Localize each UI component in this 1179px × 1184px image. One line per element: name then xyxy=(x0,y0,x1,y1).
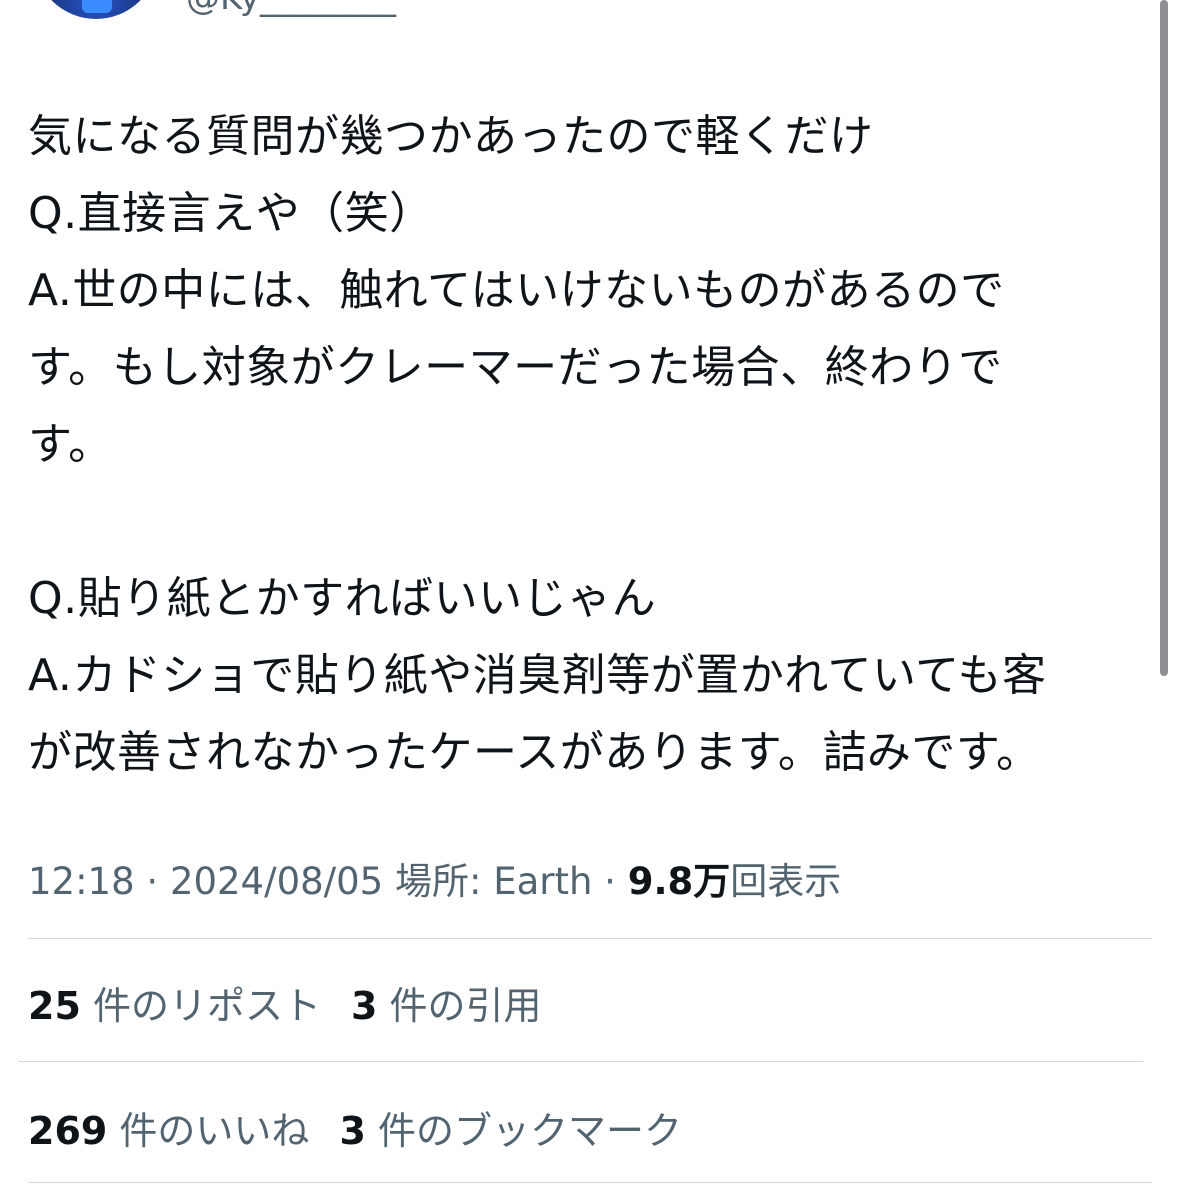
views-count: 9.8万 xyxy=(627,860,731,903)
post-date[interactable]: 2024/08/05 xyxy=(170,860,383,903)
views-label: 回表示 xyxy=(730,860,842,903)
bookmarks-count: 3 xyxy=(339,1109,366,1153)
tweet-line: Q.貼り紙とかすればいいじゃん xyxy=(28,573,657,624)
author-handle[interactable]: @Ky________ xyxy=(186,0,396,18)
quotes-count: 3 xyxy=(351,984,378,1028)
avatar-image xyxy=(82,0,112,13)
bookmarks-label: 件のブックマーク xyxy=(377,1109,682,1153)
quotes-label: 件の引用 xyxy=(389,984,542,1028)
meta-separator: · xyxy=(134,860,170,903)
divider xyxy=(28,938,1152,939)
tweet-line: が改善されなかったケースがあります。詰みです。 xyxy=(28,727,1041,778)
bookmarks-link[interactable]: 3 件のブックマーク xyxy=(339,1109,682,1153)
like-bookmark-stats: 269 件のいいね 3 件のブックマーク xyxy=(28,1100,712,1155)
post-time[interactable]: 12:18 xyxy=(28,860,135,903)
tweet-text: 気になる質問が幾つかあったので軽くだけ Q.直接言えや（笑） A.世の中には、触… xyxy=(28,98,1148,791)
reposts-link[interactable]: 25 件のリポスト xyxy=(28,984,321,1028)
tweet-line: A.カドショで貼り紙や消臭剤等が置かれていても客 xyxy=(28,650,1047,701)
quotes-link[interactable]: 3 件の引用 xyxy=(351,984,542,1028)
avatar[interactable] xyxy=(34,0,158,19)
tweet-meta: 12:18 · 2024/08/05 場所: Earth · 9.8万回表示 xyxy=(28,851,841,905)
tweet-line: す。 xyxy=(28,419,113,470)
reposts-count: 25 xyxy=(28,984,81,1028)
divider xyxy=(18,1061,1143,1062)
meta-separator: · xyxy=(592,860,628,903)
tweet-line: 気になる質問が幾つかあったので軽くだけ xyxy=(28,111,874,162)
divider xyxy=(28,1182,1152,1183)
tweet-line: す。もし対象がクレーマーだった場合、終わりで xyxy=(28,342,1003,393)
tweet-line: Q.直接言えや（笑） xyxy=(28,188,434,239)
reposts-label: 件のリポスト xyxy=(92,984,321,1028)
post-location: 場所: Earth xyxy=(383,860,593,903)
likes-count: 269 xyxy=(28,1109,108,1153)
tweet-line: A.世の中には、触れてはいけないものがあるので xyxy=(28,265,1005,316)
likes-label: 件のいいね xyxy=(119,1109,310,1153)
repost-quote-stats: 25 件のリポスト 3 件の引用 xyxy=(28,975,572,1030)
likes-link[interactable]: 269 件のいいね xyxy=(28,1109,309,1153)
scrollbar[interactable] xyxy=(1160,0,1168,676)
